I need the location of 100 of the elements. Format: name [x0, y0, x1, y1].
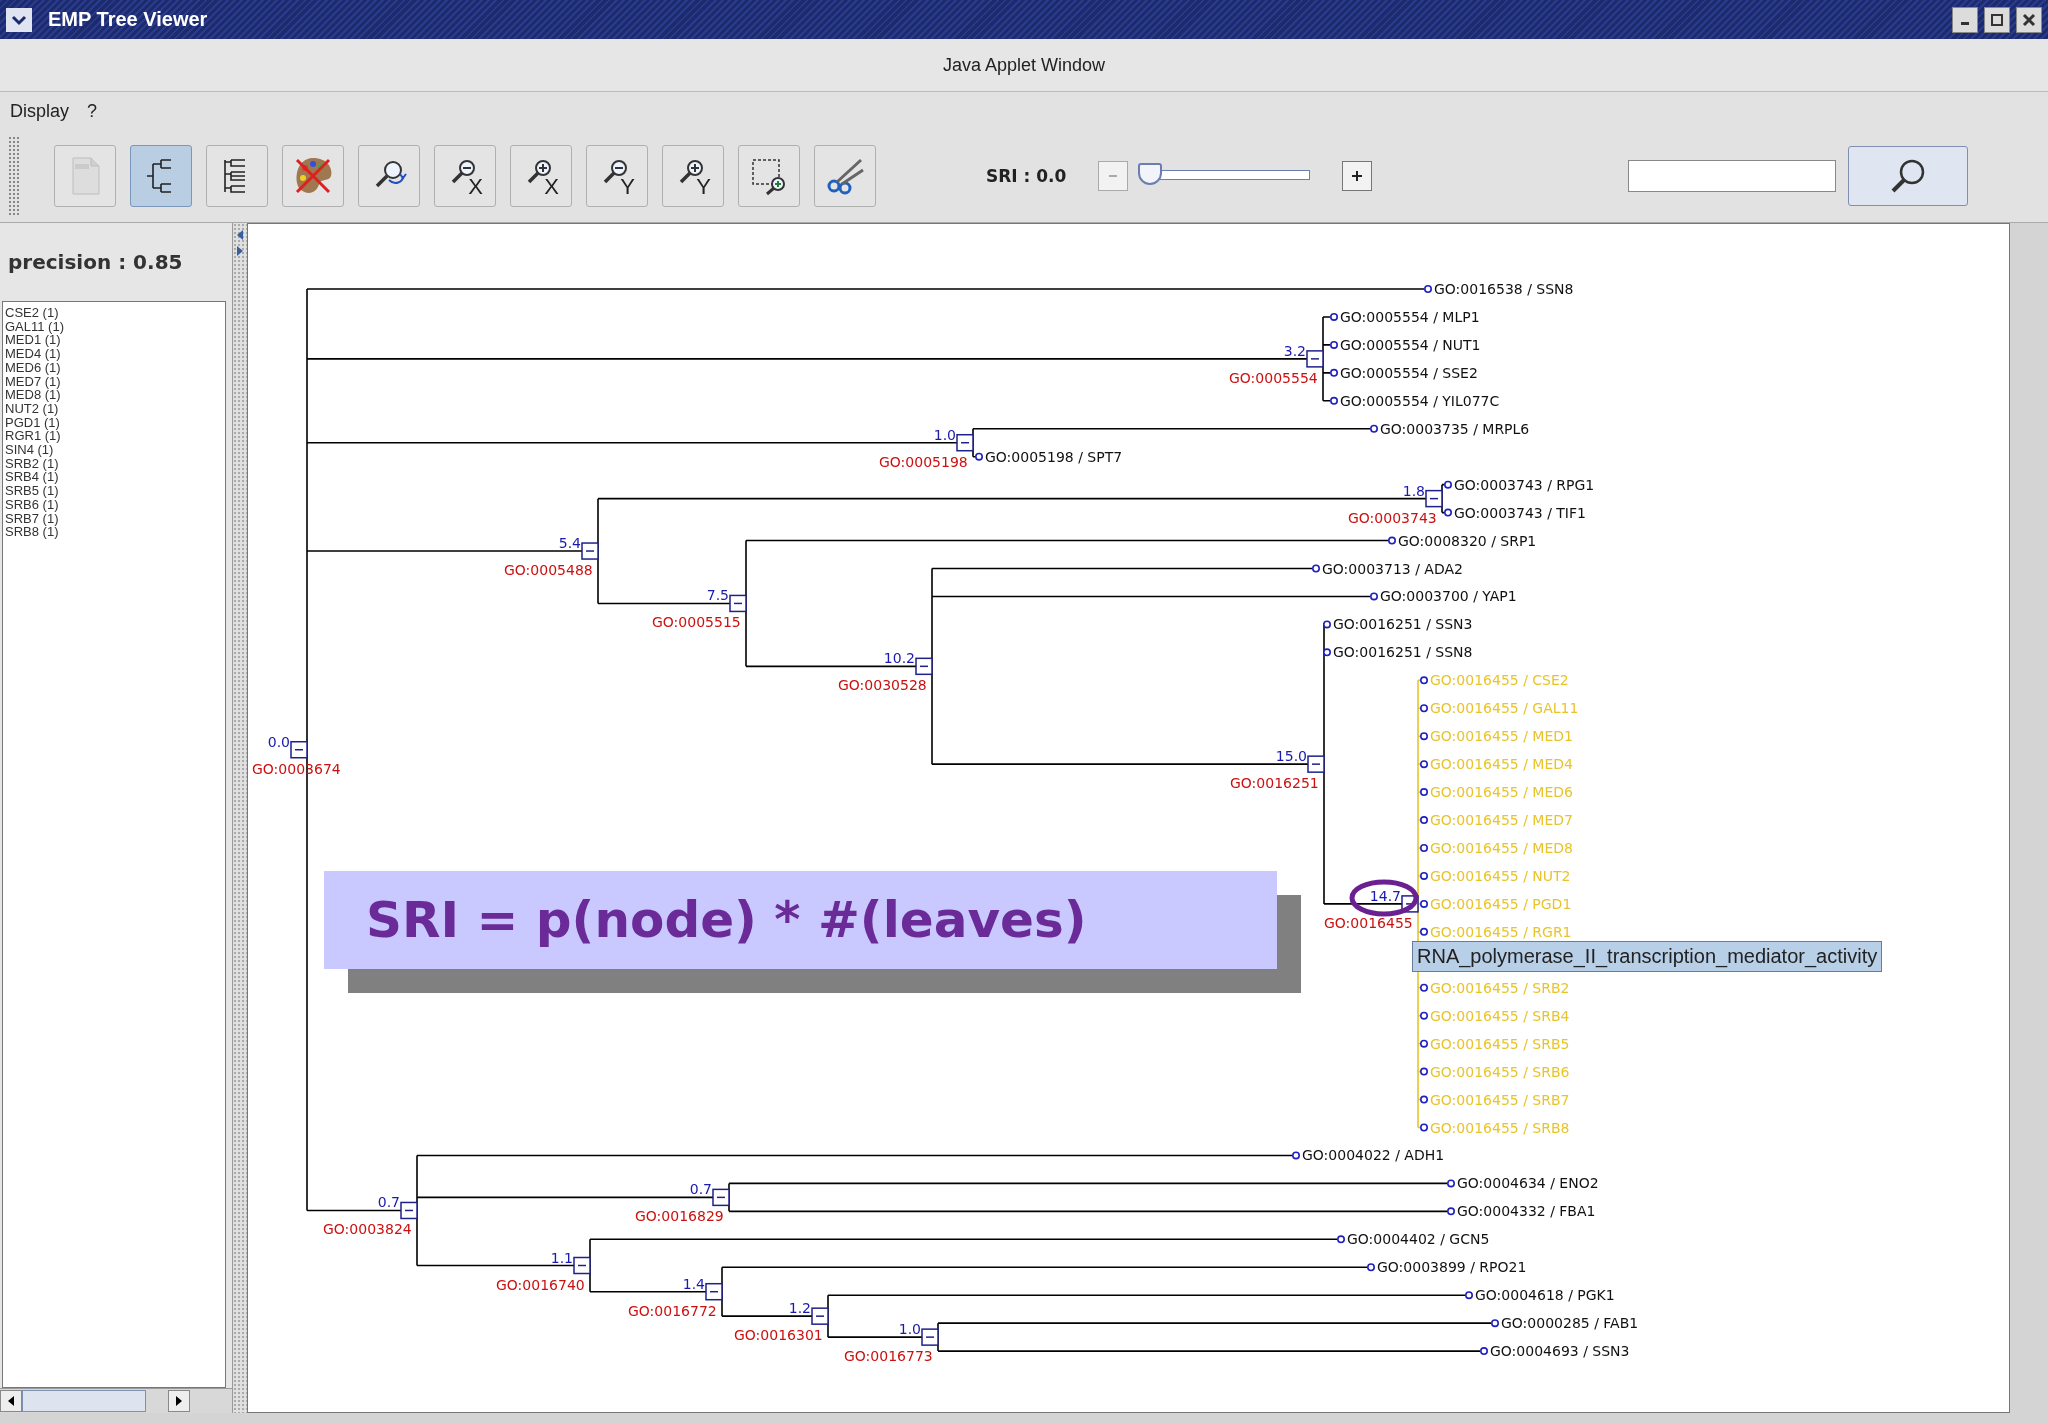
gene-list[interactable]: CSE2 (1) GAL11 (1) MED1 (1) MED4 (1) MED6 (1) MED7 (1) MED8 (1) NUT2 (1) PGD1 (1) RGR1 (1) SIN4 (1) SRB2 (1) SRB4 (1) SRB5 (1) SRB6 (1) SRB7 (1) SRB8 (1) — [2, 301, 226, 1388]
node-term: GO:0005515 — [652, 614, 741, 631]
menu-item[interactable]: Display — [10, 100, 70, 122]
leaf-label[interactable]: GO:0003743 / RPG1 — [1454, 476, 1595, 493]
leaf-dot — [1323, 620, 1331, 629]
gene-item[interactable]: SRB2 (1) — [5, 456, 223, 471]
gene-item[interactable]: RGR1 (1) — [5, 429, 223, 444]
collapse-toggle[interactable] — [573, 1256, 591, 1275]
slider-thumb[interactable] — [1138, 163, 1163, 185]
node-term: GO:0016772 — [628, 1302, 717, 1319]
leaf-label[interactable]: GO:0003899 / RPO21 — [1377, 1259, 1527, 1276]
increase-button[interactable] — [1342, 161, 1373, 191]
leaf-label[interactable]: GO:0004022 / ADH1 — [1302, 1147, 1445, 1164]
gene-item[interactable]: SRB8 (1) — [5, 525, 223, 539]
leaf-label[interactable]: GO:0003713 / ADA2 — [1322, 560, 1463, 577]
leaf-label[interactable]: GO:0016538 / SSN8 — [1434, 281, 1574, 297]
expand-right-icon[interactable] — [236, 245, 244, 257]
leaf-dot — [1330, 368, 1338, 377]
gene-item[interactable]: GAL11 (1) — [5, 319, 223, 334]
leaf-dot — [1420, 1067, 1428, 1076]
collapse-left-icon[interactable] — [236, 229, 244, 241]
node-term: GO:0016301 — [734, 1327, 823, 1344]
collapse-toggle[interactable] — [915, 657, 933, 676]
leaf-label[interactable]: GO:0004402 / GCN5 — [1347, 1231, 1490, 1248]
node-score: 15.0 — [1275, 748, 1307, 765]
leaf-label[interactable]: GO:0003743 / TIF1 — [1454, 504, 1586, 521]
collapse-toggle[interactable] — [1425, 489, 1443, 508]
collapse-toggle[interactable] — [921, 1328, 939, 1346]
leaf-label[interactable]: GO:0000285 / FAB1 — [1501, 1315, 1639, 1332]
leaf-label[interactable]: GO:0003700 / YAP1 — [1380, 588, 1517, 605]
leaf-label[interactable]: GO:0005554 / MLP1 — [1340, 308, 1480, 325]
node-score: 7.5 — [706, 587, 729, 604]
scroll-left-button[interactable] — [0, 1390, 22, 1412]
search-field[interactable] — [1628, 160, 1836, 192]
leaf-dot — [1330, 312, 1338, 321]
collapse-toggle[interactable] — [712, 1188, 730, 1207]
leaf-label[interactable]: GO:0016251 / SSN8 — [1333, 644, 1473, 661]
gene-item[interactable]: SRB6 (1) — [5, 497, 223, 512]
gene-item[interactable]: MED1 (1) — [5, 333, 223, 348]
palette-button[interactable] — [282, 145, 344, 207]
gene-item[interactable]: SRB7 (1) — [5, 511, 223, 526]
zoom-box-button[interactable] — [738, 145, 800, 207]
leaf-label[interactable]: GO:0004332 / FBA1 — [1457, 1203, 1596, 1220]
leaf-dot — [1420, 1011, 1428, 1020]
list-tree-button[interactable] — [206, 145, 268, 207]
leaf-dot — [1447, 1207, 1455, 1216]
node-term: GO:0030528 — [838, 677, 927, 694]
leaf-dot — [1424, 285, 1432, 293]
toolbar-grip[interactable] — [8, 136, 20, 216]
collapse-toggle[interactable] — [705, 1282, 723, 1301]
gene-item[interactable]: MED4 (1) — [5, 347, 223, 361]
zoom-out-button[interactable]: X — [434, 145, 496, 207]
leaf-label[interactable]: GO:0008320 / SRP1 — [1398, 532, 1537, 549]
collapse-toggle[interactable] — [581, 542, 599, 560]
leaf-label[interactable]: GO:0004693 / SSN3 — [1490, 1343, 1630, 1360]
gene-item[interactable]: PGD1 (1) — [5, 415, 223, 430]
gene-item[interactable]: NUT2 (1) — [5, 401, 223, 416]
leaf-dot — [1444, 480, 1452, 489]
collapse-toggle[interactable] — [811, 1307, 829, 1325]
node-score: 1.4 — [682, 1275, 705, 1292]
leaf-dot — [975, 452, 983, 461]
leaf-dot — [1420, 844, 1428, 852]
minimize-button[interactable] — [1952, 6, 1978, 33]
close-button[interactable] — [2016, 6, 2042, 33]
zoom-reset-button[interactable] — [358, 145, 420, 207]
collapse-toggle[interactable] — [1307, 755, 1325, 773]
leaf-label[interactable]: GO:0005198 / SPT7 — [985, 448, 1123, 465]
gene-item[interactable]: MED7 (1) — [5, 374, 223, 389]
menu-item[interactable]: ? — [87, 100, 98, 122]
gene-item[interactable]: SIN4 (1) — [5, 443, 223, 457]
leaf-label[interactable]: GO:0005554 / SSE2 — [1340, 364, 1478, 381]
gene-item[interactable]: CSE2 (1) — [5, 306, 223, 320]
gene-item[interactable]: SRB5 (1) — [5, 484, 223, 498]
collapse-toggle[interactable] — [956, 434, 974, 452]
tree-view-button[interactable] — [130, 145, 192, 207]
scissors-button[interactable] — [814, 145, 876, 207]
maximize-button[interactable] — [1984, 6, 2010, 33]
leaf-label[interactable]: GO:0004634 / ENO2 — [1457, 1175, 1599, 1192]
scrollbar-thumb[interactable] — [22, 1390, 146, 1412]
gene-item[interactable]: MED6 (1) — [5, 360, 223, 375]
scroll-right-button[interactable] — [168, 1390, 190, 1412]
collapse-toggle[interactable] — [729, 594, 747, 613]
window-menu-icon[interactable] — [6, 7, 32, 32]
leaf-dot — [1388, 536, 1396, 545]
collapse-toggle[interactable] — [1306, 350, 1324, 368]
search-button[interactable] — [1848, 146, 1968, 206]
node-term: GO:0005554 — [1229, 369, 1318, 386]
gene-item[interactable]: MED8 (1) — [5, 388, 223, 402]
leaf-label[interactable]: GO:0003735 / MRPL6 — [1380, 420, 1530, 437]
zoom-out-button[interactable]: Y — [586, 145, 648, 207]
leaf-label[interactable]: GO:0005554 / YIL077C — [1340, 392, 1500, 409]
leaf-label[interactable]: GO:0016251 / SSN3 — [1333, 616, 1473, 633]
leaf-label[interactable]: GO:0004618 / PGK1 — [1475, 1287, 1615, 1304]
zoom-in-button[interactable]: Y — [662, 145, 724, 207]
collapse-toggle[interactable] — [400, 1201, 418, 1220]
leaf-label[interactable]: GO:0005554 / NUT1 — [1340, 336, 1481, 353]
gene-item[interactable]: SRB4 (1) — [5, 470, 223, 485]
collapse-toggle[interactable] — [290, 741, 308, 759]
leaf-dot — [1337, 1235, 1345, 1244]
zoom-in-button[interactable]: X — [510, 145, 572, 207]
